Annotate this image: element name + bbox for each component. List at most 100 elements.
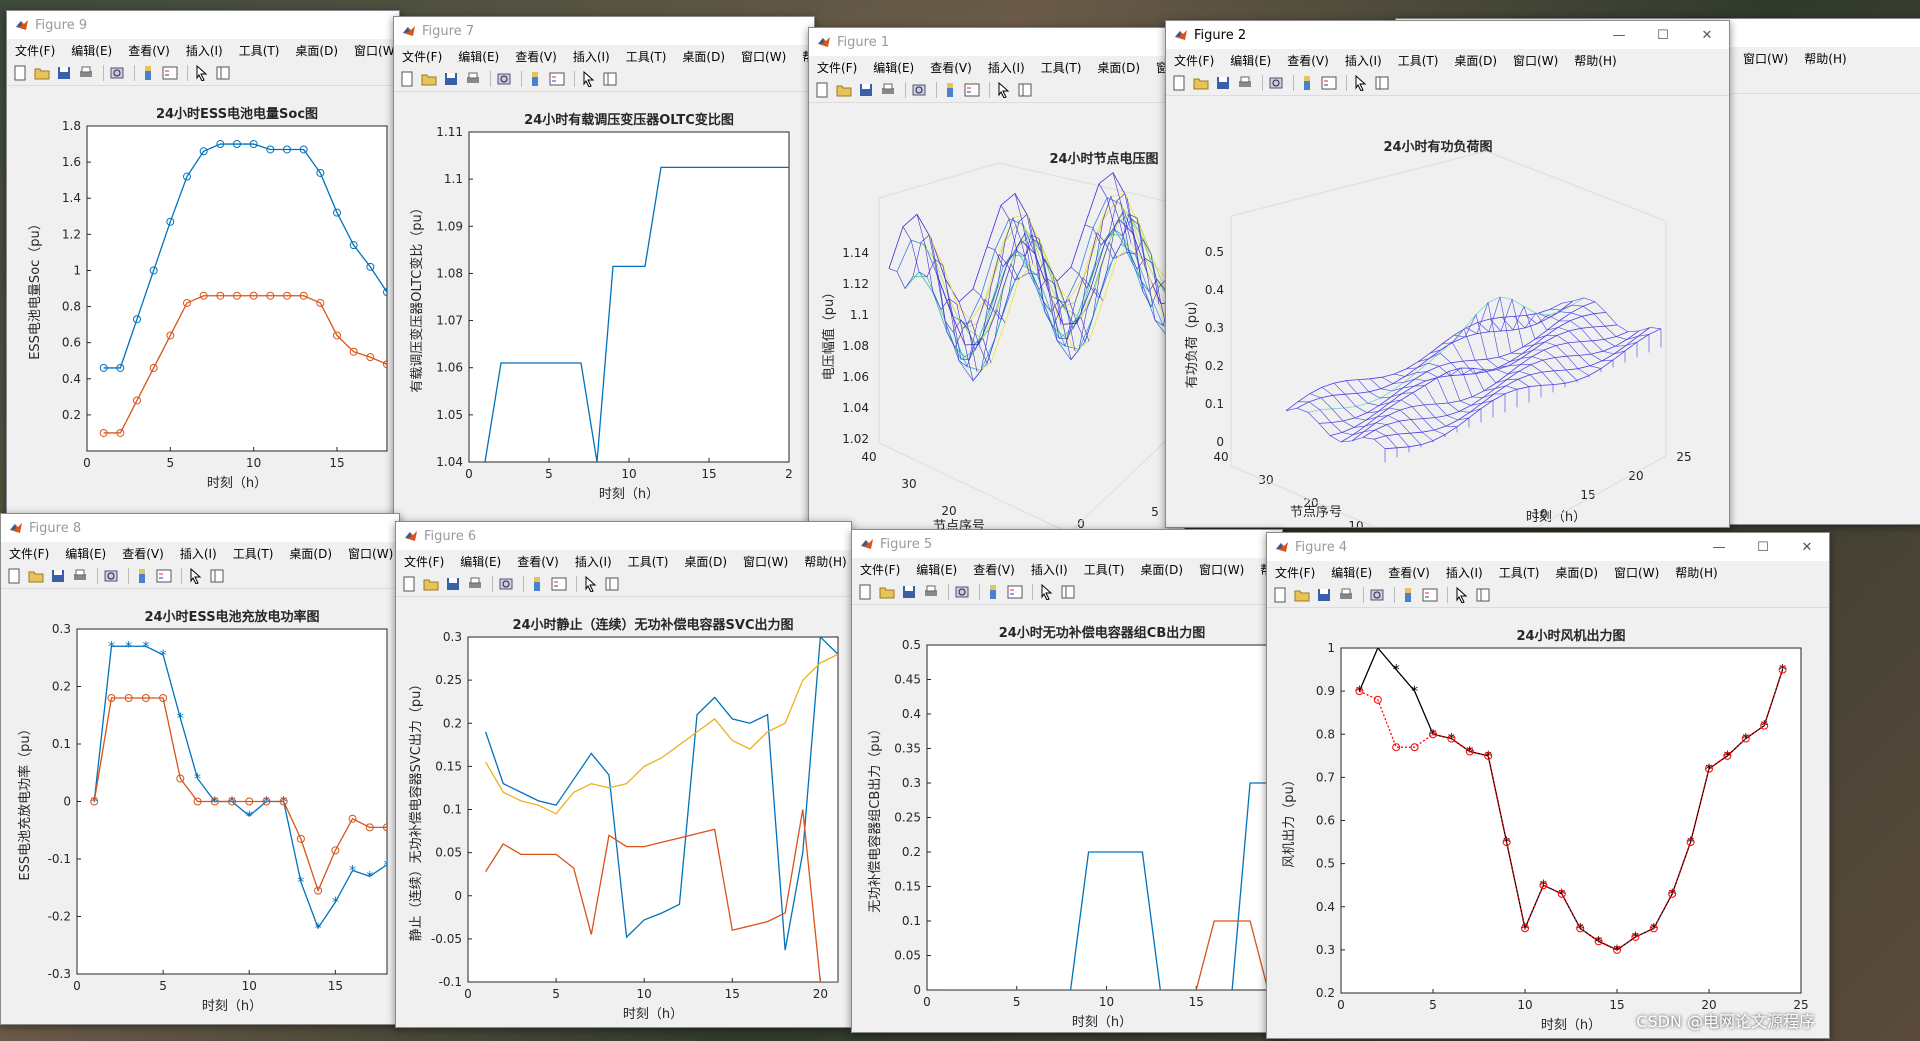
save-icon[interactable] — [900, 583, 918, 601]
menu-item[interactable]: 文件(F) — [396, 553, 452, 570]
figure-window-fig5[interactable]: Figure 5 文件(F) 编辑(E) 查看(V) 插入(I) 工具(T) 桌面(D) 窗口… — [851, 529, 1283, 1033]
colorbar-icon[interactable] — [984, 583, 1002, 601]
menu-item[interactable]: 查看(V) — [1279, 52, 1337, 69]
legend-icon[interactable] — [1006, 583, 1024, 601]
title-bar[interactable]: Figure 7 — [394, 17, 814, 45]
plot-area[interactable]: 24小时ESS电池充放电功率图 0 5 10 15 -0.3 -0.2 -0.1 0 0.1 0.2… — [1, 589, 399, 1024]
menu-item[interactable]: 文件(F) — [852, 561, 908, 578]
open-file-icon[interactable] — [422, 575, 440, 593]
property-editor-icon[interactable] — [603, 575, 621, 593]
title-bar[interactable]: Figure 8 — [1, 514, 399, 542]
pointer-icon[interactable] — [994, 81, 1012, 99]
axes-box[interactable] — [468, 131, 790, 463]
menu-item[interactable]: 工具(T) — [1491, 564, 1548, 581]
legend-icon[interactable] — [550, 575, 568, 593]
pointer-icon[interactable] — [1351, 74, 1369, 92]
menu-item[interactable]: 桌面(D) — [676, 553, 735, 570]
save-icon[interactable] — [857, 81, 875, 99]
colorbar-icon[interactable] — [941, 81, 959, 99]
new-figure-icon[interactable] — [856, 583, 874, 601]
menu-item[interactable]: 桌面(D) — [287, 42, 346, 59]
menu-item[interactable]: 工具(T) — [618, 48, 675, 65]
print-icon[interactable] — [879, 81, 897, 99]
menu-item[interactable]: 插入(I) — [1438, 564, 1491, 581]
print-icon[interactable] — [1236, 74, 1254, 92]
new-figure-icon[interactable] — [1271, 586, 1289, 604]
menu-item[interactable]: 文件(F) — [1267, 564, 1323, 581]
colorbar-icon[interactable] — [528, 575, 546, 593]
figure-window-fig8[interactable]: Figure 8 文件(F) 编辑(E) 查看(V) 插入(I) 工具(T) 桌面(D) 窗口… — [0, 513, 400, 1025]
axes-box[interactable] — [1340, 647, 1802, 994]
print-preview-icon[interactable] — [1267, 74, 1285, 92]
save-icon[interactable] — [49, 567, 67, 585]
print-icon[interactable] — [71, 567, 89, 585]
menu-item[interactable]: 桌面(D) — [1547, 564, 1606, 581]
plot-area[interactable]: 24小时有功负荷图 0 0.1 0.2 0.3 0.4 0.5 有功负荷（pu） 40 30 20 1… — [1166, 96, 1729, 527]
menu-item[interactable]: 编辑(E) — [450, 48, 507, 65]
legend-icon[interactable] — [963, 81, 981, 99]
print-icon[interactable] — [1337, 586, 1355, 604]
menu-item[interactable]: 窗口(W) — [735, 553, 796, 570]
open-file-icon[interactable] — [878, 583, 896, 601]
colorbar-icon[interactable] — [1298, 74, 1316, 92]
menu-item[interactable]: 帮助(H) — [1566, 52, 1624, 69]
property-editor-icon[interactable] — [1474, 586, 1492, 604]
legend-icon[interactable] — [1320, 74, 1338, 92]
menu-item[interactable]: 查看(V) — [509, 553, 567, 570]
menu-item[interactable]: 编辑(E) — [57, 545, 114, 562]
maximize-button[interactable]: ☐ — [1741, 533, 1785, 561]
menu-item[interactable]: 窗口(W) — [1191, 561, 1252, 578]
menu-item[interactable]: 编辑(E) — [1222, 52, 1279, 69]
print-icon[interactable] — [466, 575, 484, 593]
menu-item[interactable]: 工具(T) — [1390, 52, 1447, 69]
title-bar[interactable]: Figure 9 — [7, 11, 399, 39]
menu-item[interactable]: 桌面(D) — [1089, 59, 1148, 76]
colorbar-icon[interactable] — [1399, 586, 1417, 604]
menu-item[interactable]: 文件(F) — [394, 48, 450, 65]
print-preview-icon[interactable] — [953, 583, 971, 601]
print-icon[interactable] — [922, 583, 940, 601]
close-button[interactable]: ✕ — [1785, 533, 1829, 561]
legend-icon[interactable] — [155, 567, 173, 585]
colorbar-icon[interactable] — [133, 567, 151, 585]
menu-item[interactable]: 编辑(E) — [452, 553, 509, 570]
menu-item[interactable]: 插入(I) — [980, 59, 1033, 76]
menu-item[interactable]: 桌面(D) — [1446, 52, 1505, 69]
menu-item[interactable]: 文件(F) — [1, 545, 57, 562]
open-file-icon[interactable] — [835, 81, 853, 99]
menu-item[interactable]: 工具(T) — [620, 553, 677, 570]
plot-area[interactable]: 24小时节点电压图 1.02 1.04 1.06 1.08 1.1 1.12 1.14 电压幅值… — [809, 103, 1184, 533]
menu-item[interactable]: 插入(I) — [1023, 561, 1076, 578]
menu-item[interactable]: 查看(V) — [965, 561, 1023, 578]
menu-item[interactable]: 桌面(D) — [281, 545, 340, 562]
legend-icon[interactable] — [1421, 586, 1439, 604]
menu-item[interactable]: 工具(T) — [225, 545, 282, 562]
menu-item[interactable]: 帮助(H) — [1667, 564, 1725, 581]
plot-area[interactable]: 24小时风机出力图 0 5 10 15 20 25 0.2 0.3 0.4 0.5 0.6 0.7 0.8… — [1267, 608, 1829, 1038]
menu-item[interactable]: 查看(V) — [507, 48, 565, 65]
new-figure-icon[interactable] — [813, 81, 831, 99]
pointer-icon[interactable] — [579, 70, 597, 88]
colorbar-icon[interactable] — [526, 70, 544, 88]
save-icon[interactable] — [442, 70, 460, 88]
property-editor-icon[interactable] — [1059, 583, 1077, 601]
menu-item[interactable]: 插入(I) — [567, 553, 620, 570]
print-icon[interactable] — [77, 64, 95, 82]
print-preview-icon[interactable] — [108, 64, 126, 82]
new-figure-icon[interactable] — [5, 567, 23, 585]
open-file-icon[interactable] — [1192, 74, 1210, 92]
property-editor-icon[interactable] — [1016, 81, 1034, 99]
open-file-icon[interactable] — [33, 64, 51, 82]
pointer-icon[interactable] — [1037, 583, 1055, 601]
print-preview-icon[interactable] — [910, 81, 928, 99]
menu-item[interactable]: 工具(T) — [1076, 561, 1133, 578]
menu-item[interactable]: 工具(T) — [231, 42, 288, 59]
title-bar[interactable]: Figure 5 — [852, 530, 1282, 558]
save-icon[interactable] — [444, 575, 462, 593]
figure-window-fig6[interactable]: Figure 6 文件(F) 编辑(E) 查看(V) 插入(I) 工具(T) 桌面(D) 窗口… — [395, 521, 852, 1028]
menu-item[interactable]: 桌面(D) — [674, 48, 733, 65]
axes-box[interactable] — [86, 125, 388, 452]
plot-area[interactable]: 24小时静止（连续）无功补偿电容器SVC出力图 0 5 10 15 20 -0.1 -0.05… — [396, 597, 851, 1027]
open-file-icon[interactable] — [1293, 586, 1311, 604]
save-icon[interactable] — [1214, 74, 1232, 92]
